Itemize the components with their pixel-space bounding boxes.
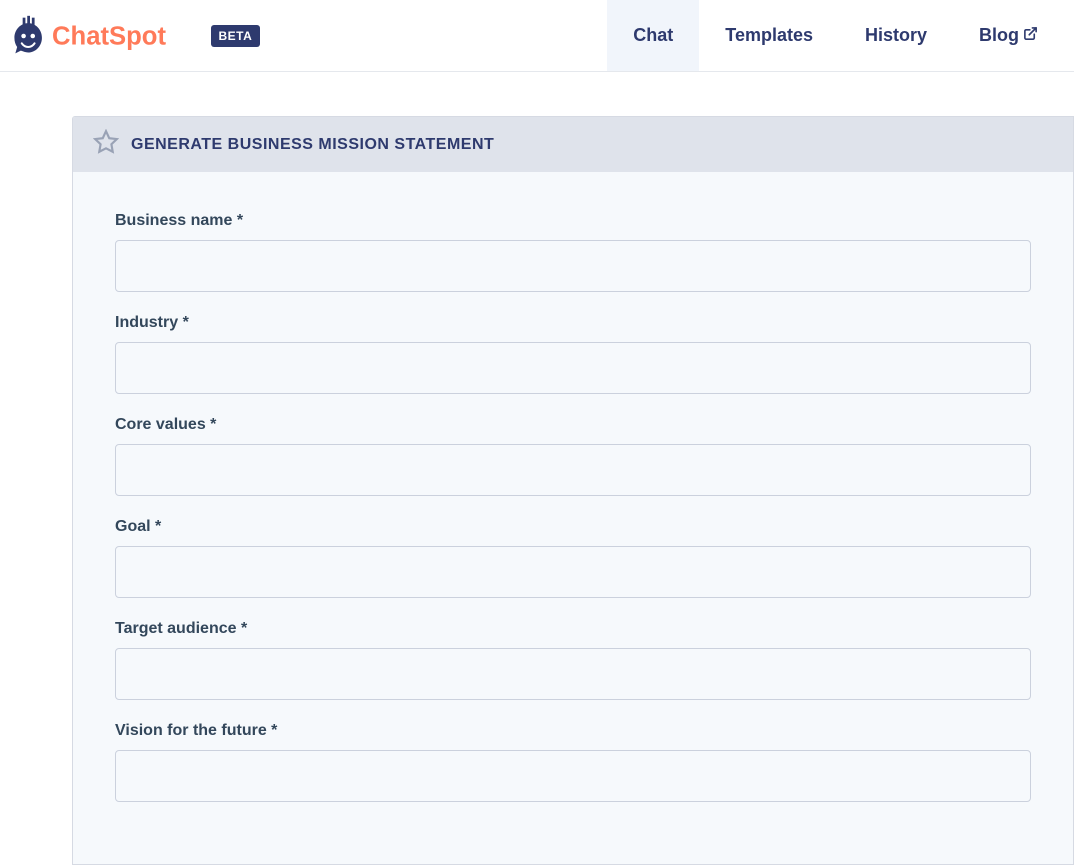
nav-label: Blog xyxy=(979,25,1019,46)
star-icon[interactable] xyxy=(93,129,119,160)
nav-blog[interactable]: Blog xyxy=(953,0,1064,71)
card-title: GENERATE BUSINESS MISSION STATEMENT xyxy=(131,136,494,154)
input-business-name[interactable] xyxy=(115,240,1031,292)
svg-text:ChatSpot: ChatSpot xyxy=(52,22,166,50)
input-vision[interactable] xyxy=(115,750,1031,802)
field-target-audience: Target audience * xyxy=(115,620,1031,700)
field-industry: Industry * xyxy=(115,314,1031,394)
nav-templates[interactable]: Templates xyxy=(699,0,839,71)
nav-label: Templates xyxy=(725,25,813,46)
main-nav: Chat Templates History Blog xyxy=(607,0,1064,71)
nav-chat[interactable]: Chat xyxy=(607,0,699,71)
input-target-audience[interactable] xyxy=(115,648,1031,700)
card-header: GENERATE BUSINESS MISSION STATEMENT xyxy=(73,117,1073,172)
label-industry: Industry * xyxy=(115,314,1031,332)
app-header: ChatSpot BETA Chat Templates History Blo… xyxy=(0,0,1074,72)
label-target-audience: Target audience * xyxy=(115,620,1031,638)
label-business-name: Business name * xyxy=(115,212,1031,230)
page-content: GENERATE BUSINESS MISSION STATEMENT Busi… xyxy=(0,72,1074,865)
nav-history[interactable]: History xyxy=(839,0,953,71)
chatspot-logo: ChatSpot xyxy=(8,14,201,58)
label-core-values: Core values * xyxy=(115,416,1031,434)
external-link-icon xyxy=(1023,25,1038,46)
label-goal: Goal * xyxy=(115,518,1031,536)
input-goal[interactable] xyxy=(115,546,1031,598)
nav-label: Chat xyxy=(633,25,673,46)
field-vision: Vision for the future * xyxy=(115,722,1031,802)
logo-group: ChatSpot BETA xyxy=(8,14,260,58)
mission-card: GENERATE BUSINESS MISSION STATEMENT Busi… xyxy=(72,116,1074,865)
beta-badge: BETA xyxy=(211,25,261,47)
field-core-values: Core values * xyxy=(115,416,1031,496)
field-business-name: Business name * xyxy=(115,212,1031,292)
input-core-values[interactable] xyxy=(115,444,1031,496)
input-industry[interactable] xyxy=(115,342,1031,394)
label-vision: Vision for the future * xyxy=(115,722,1031,740)
nav-label: History xyxy=(865,25,927,46)
field-goal: Goal * xyxy=(115,518,1031,598)
card-body: Business name * Industry * Core values *… xyxy=(73,172,1073,864)
